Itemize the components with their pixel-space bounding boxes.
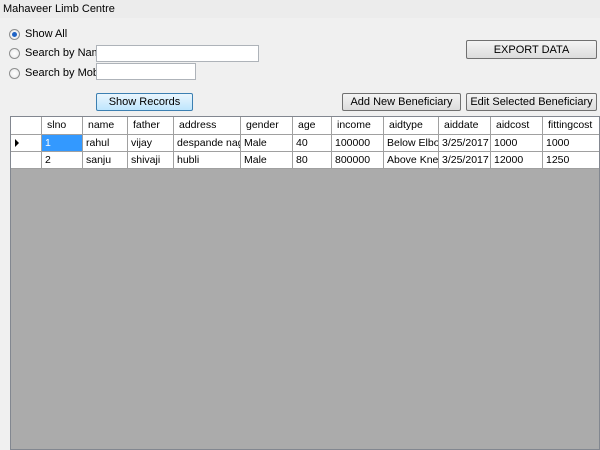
search-by-name-radio[interactable]: Search by Name xyxy=(9,45,107,61)
column-header-name[interactable]: name xyxy=(83,117,128,135)
radio-unchecked-icon[interactable] xyxy=(9,47,20,59)
column-header-aidcost[interactable]: aidcost xyxy=(491,117,543,135)
table-cell[interactable]: sanju xyxy=(83,152,128,169)
beneficiary-grid[interactable]: slno name father address gender age inco… xyxy=(10,116,600,450)
table-cell[interactable]: 100000 xyxy=(332,135,384,152)
row-header[interactable] xyxy=(11,152,42,169)
table-cell[interactable]: despande nagar xyxy=(174,135,241,152)
column-header-aidtype[interactable]: aidtype xyxy=(384,117,439,135)
table-cell[interactable]: hubli xyxy=(174,152,241,169)
table-cell[interactable]: 3/25/2017 xyxy=(439,135,491,152)
name-search-input[interactable] xyxy=(96,45,259,62)
search-by-mobile-radio[interactable]: Search by Mobile xyxy=(9,65,110,81)
table-cell[interactable]: 80 xyxy=(293,152,332,169)
edit-selected-beneficiary-button[interactable]: Edit Selected Beneficiary xyxy=(466,93,597,111)
column-header-fittingcost[interactable]: fittingcost xyxy=(543,117,599,135)
table-cell[interactable]: Male xyxy=(241,152,293,169)
table-cell[interactable]: 3/25/2017 xyxy=(439,152,491,169)
row-header-corner[interactable] xyxy=(11,117,42,135)
show-all-radio[interactable]: Show All xyxy=(9,26,67,42)
table-cell[interactable]: 40 xyxy=(293,135,332,152)
show-all-label: Show All xyxy=(25,28,68,40)
table-cell[interactable]: 12000 xyxy=(491,152,543,169)
table-cell[interactable]: 1000 xyxy=(491,135,543,152)
title-bar: Mahaveer Limb Centre xyxy=(0,0,600,18)
column-header-age[interactable]: age xyxy=(293,117,332,135)
radio-unchecked-icon[interactable] xyxy=(9,67,20,79)
add-new-beneficiary-button[interactable]: Add New Beneficiary xyxy=(342,93,461,111)
radio-checked-icon[interactable] xyxy=(9,28,20,40)
export-data-button[interactable]: EXPORT DATA xyxy=(466,40,597,59)
table-cell[interactable]: 800000 xyxy=(332,152,384,169)
table-cell[interactable]: 1000 xyxy=(543,135,599,152)
show-records-button[interactable]: Show Records xyxy=(96,93,193,111)
column-header-address[interactable]: address xyxy=(174,117,241,135)
table-cell[interactable]: rahul xyxy=(83,135,128,152)
table-cell[interactable]: 1250 xyxy=(543,152,599,169)
table-cell[interactable]: Above Knee xyxy=(384,152,439,169)
window-title: Mahaveer Limb Centre xyxy=(3,3,115,15)
search-by-name-label: Search by Name xyxy=(25,47,107,59)
row-header[interactable] xyxy=(11,135,42,152)
column-header-aiddate[interactable]: aiddate xyxy=(439,117,491,135)
table-cell[interactable]: vijay xyxy=(128,135,174,152)
current-row-arrow-icon xyxy=(15,139,19,147)
column-header-father[interactable]: father xyxy=(128,117,174,135)
column-header-income[interactable]: income xyxy=(332,117,384,135)
table-cell[interactable]: 2 xyxy=(42,152,83,169)
grid-header-row: slno name father address gender age inco… xyxy=(11,117,599,135)
table-cell[interactable]: shivaji xyxy=(128,152,174,169)
table-cell[interactable]: Below Elbow xyxy=(384,135,439,152)
column-header-gender[interactable]: gender xyxy=(241,117,293,135)
table-row[interactable]: 1 rahul vijay despande nagar Male 40 100… xyxy=(11,135,599,152)
column-header-slno[interactable]: slno xyxy=(42,117,83,135)
mobile-search-input[interactable] xyxy=(96,63,196,80)
table-row[interactable]: 2 sanju shivaji hubli Male 80 800000 Abo… xyxy=(11,152,599,169)
table-cell[interactable]: 1 xyxy=(42,135,83,152)
table-cell[interactable]: Male xyxy=(241,135,293,152)
